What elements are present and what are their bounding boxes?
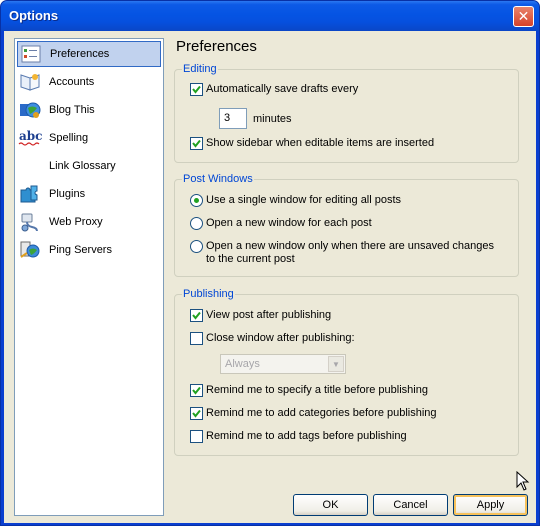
editing-group-title: Editing [182, 63, 218, 75]
minutes-input[interactable]: 3 [219, 108, 247, 129]
chevron-down-icon: ▼ [328, 356, 344, 372]
close-button[interactable]: ✕ [513, 6, 534, 27]
radio-new-window-button[interactable] [190, 217, 203, 230]
radio-new-window[interactable]: Open a new window for each post [190, 217, 372, 230]
radio-single-window-button[interactable] [190, 194, 203, 207]
sidebar-item-preferences[interactable]: Preferences [17, 41, 161, 67]
close-window-label: Close window after publishing: [206, 332, 355, 344]
sidebar: Preferences Accounts Blog This abc Spell… [14, 38, 164, 516]
window-title: Options [9, 8, 59, 23]
mouse-cursor-icon [516, 471, 530, 491]
auto-save-check[interactable] [190, 83, 203, 96]
post-windows-group-title: Post Windows [182, 173, 254, 185]
panel-title: Preferences [176, 38, 257, 55]
sidebar-item-label: Spelling [49, 132, 89, 144]
sidebar-item-link-glossary[interactable]: Link Glossary [17, 153, 161, 179]
sidebar-item-label: Preferences [50, 48, 110, 60]
preferences-icon [18, 42, 44, 66]
minutes-label: minutes [253, 113, 292, 125]
sidebar-item-blog-this[interactable]: Blog This [17, 97, 161, 123]
remind-title-checkbox[interactable]: Remind me to specify a title before publ… [190, 384, 428, 397]
sidebar-item-label: Blog This [49, 104, 95, 116]
show-sidebar-label: Show sidebar when editable items are ins… [206, 137, 435, 149]
sidebar-item-label: Accounts [49, 76, 95, 88]
radio-label: Use a single window for editing all post… [206, 194, 402, 206]
close-window-checkbox[interactable]: Close window after publishing: [190, 332, 355, 345]
title-bar[interactable]: Options ✕ [1, 1, 539, 31]
editing-group: Editing Automatically save drafts every … [174, 63, 519, 163]
ok-button[interactable]: OK [293, 494, 368, 516]
remind-tags-checkbox[interactable]: Remind me to add tags before publishing [190, 430, 407, 443]
remind-categories-label: Remind me to add categories before publi… [206, 407, 437, 419]
sidebar-item-label: Web Proxy [49, 216, 103, 228]
view-post-label: View post after publishing [206, 309, 332, 321]
options-window: Options ✕ Preferences Accounts Blog This… [0, 0, 540, 526]
radio-unsaved-changes-button[interactable] [190, 240, 203, 253]
radio-label: Open a new window only when there are un… [206, 240, 495, 265]
cancel-button[interactable]: Cancel [373, 494, 448, 516]
view-post-check[interactable] [190, 309, 203, 322]
dialog-client: Preferences Accounts Blog This abc Spell… [4, 31, 536, 523]
sidebar-item-accounts[interactable]: Accounts [17, 69, 161, 95]
radio-single-window[interactable]: Use a single window for editing all post… [190, 194, 401, 207]
sidebar-item-plugins[interactable]: Plugins [17, 181, 161, 207]
remind-categories-check[interactable] [190, 407, 203, 420]
ping-servers-icon [17, 238, 43, 262]
web-proxy-icon [17, 210, 43, 234]
publishing-group-title: Publishing [182, 288, 235, 300]
svg-text:abc: abc [19, 129, 42, 143]
sidebar-item-label: Ping Servers [49, 244, 112, 256]
view-post-checkbox[interactable]: View post after publishing [190, 309, 331, 322]
close-icon: ✕ [517, 8, 530, 24]
remind-tags-label: Remind me to add tags before publishing [206, 430, 407, 442]
apply-button[interactable]: Apply [453, 494, 528, 516]
show-sidebar-checkbox[interactable]: Show sidebar when editable items are ins… [190, 137, 434, 150]
sidebar-item-label: Plugins [49, 188, 86, 200]
sidebar-item-ping-servers[interactable]: Ping Servers [17, 237, 161, 263]
show-sidebar-check[interactable] [190, 137, 203, 150]
auto-save-checkbox[interactable]: Automatically save drafts every [190, 83, 358, 96]
auto-save-label: Automatically save drafts every [206, 83, 359, 95]
close-window-select: Always ▼ [220, 354, 346, 374]
remind-title-label: Remind me to specify a title before publ… [206, 384, 428, 396]
accounts-icon [17, 70, 43, 94]
radio-label: Open a new window for each post [206, 217, 372, 229]
spelling-icon: abc [17, 126, 43, 150]
publishing-group: Publishing View post after publishing Cl… [174, 288, 519, 456]
blog-this-icon [17, 98, 43, 122]
remind-categories-checkbox[interactable]: Remind me to add categories before publi… [190, 407, 437, 420]
close-window-select-value: Always [225, 358, 260, 370]
remind-tags-check[interactable] [190, 430, 203, 443]
close-window-check[interactable] [190, 332, 203, 345]
post-windows-group: Post Windows Use a single window for edi… [174, 173, 519, 277]
plugins-icon [17, 182, 43, 206]
sidebar-item-web-proxy[interactable]: Web Proxy [17, 209, 161, 235]
link-glossary-icon [17, 154, 43, 178]
remind-title-check[interactable] [190, 384, 203, 397]
sidebar-item-spelling[interactable]: abc Spelling [17, 125, 161, 151]
radio-unsaved-changes[interactable]: Open a new window only when there are un… [190, 240, 510, 266]
sidebar-item-label: Link Glossary [49, 160, 116, 172]
